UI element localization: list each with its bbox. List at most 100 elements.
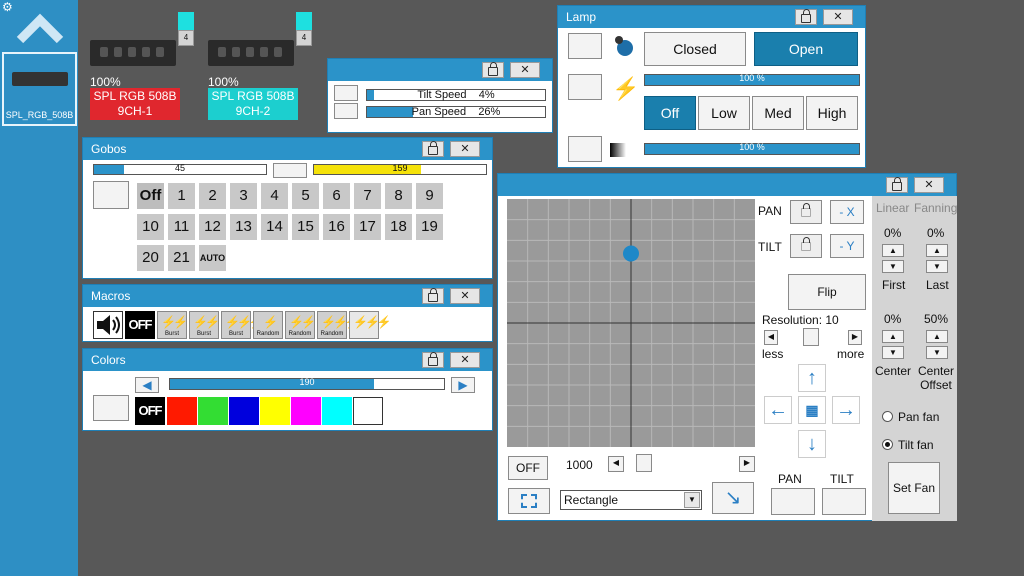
gobo-auto-button[interactable]: AUTO (199, 245, 226, 271)
lock-button[interactable] (795, 9, 817, 25)
shape-direction-button[interactable]: ↘ (712, 482, 754, 514)
color-swatch-5[interactable] (291, 397, 321, 425)
last-down-button[interactable]: ▼ (926, 260, 948, 273)
tilt-shape-button[interactable] (822, 488, 866, 515)
offset-up-button[interactable]: ▲ (926, 330, 948, 343)
move-up-button[interactable]: ↑ (798, 364, 826, 392)
fan-low-button[interactable]: Low (698, 96, 750, 130)
lamp-shutter-button[interactable] (568, 33, 602, 59)
gobo-off-button[interactable]: Off (137, 183, 164, 209)
gobo-button-6[interactable]: 6 (323, 183, 350, 209)
gobo-wheel-1-slider[interactable]: 45 (93, 163, 267, 175)
shape-dropdown[interactable]: Rectangle ▼ (560, 490, 702, 510)
close-button[interactable]: ✕ (450, 352, 480, 368)
move-right-button[interactable]: → (832, 396, 860, 424)
close-button[interactable]: ✕ (450, 288, 480, 304)
close-button[interactable]: ✕ (914, 177, 944, 193)
lock-button[interactable] (422, 288, 444, 304)
resolution-slider-thumb[interactable] (803, 328, 819, 346)
gobo-button-18[interactable]: 18 (385, 214, 412, 240)
shape-off-button[interactable]: OFF (508, 456, 548, 480)
center-button[interactable]: ▦ (798, 396, 826, 424)
invert-y-button[interactable]: - Y (830, 234, 864, 258)
pan-shape-button[interactable] (771, 488, 815, 515)
closed-button[interactable]: Closed (644, 32, 746, 66)
first-down-button[interactable]: ▼ (882, 260, 904, 273)
color-next-button[interactable]: ▶ (451, 377, 475, 393)
macro-button-5[interactable]: ⚡⚡ Random (285, 311, 316, 339)
dimmer-intensity-bar[interactable]: 100 % (644, 142, 860, 155)
close-button[interactable]: ✕ (510, 62, 540, 78)
gobo-button-11[interactable]: 11 (168, 214, 195, 240)
move-down-button[interactable]: ↓ (798, 430, 826, 458)
pan-tilt-grid[interactable] (507, 199, 755, 447)
position-dot[interactable] (623, 245, 639, 262)
macro-button-7[interactable]: ⚡⚡⚡ (349, 311, 392, 339)
gobo-button-14[interactable]: 14 (261, 214, 288, 240)
gobo-button-12[interactable]: 12 (199, 214, 226, 240)
color-swatch-7[interactable] (353, 397, 383, 425)
gobo-button-16[interactable]: 16 (323, 214, 350, 240)
pan-speed-button[interactable] (334, 103, 358, 119)
color-swatch-2[interactable] (198, 397, 228, 425)
tilt-speed-slider[interactable]: Tilt Speed 4% (366, 89, 546, 101)
sound-macro-button[interactable] (93, 311, 123, 339)
fixture-tile-2[interactable]: 4 100% SPL RGB 508B 9CH-2 (204, 0, 314, 120)
fixture-thumbnail[interactable]: SPL_RGB_508B (2, 52, 77, 126)
gobo-button-1[interactable]: 1 (168, 183, 195, 209)
fan-off-button[interactable]: Off (644, 96, 696, 130)
gobo-button-13[interactable]: 13 (230, 214, 257, 240)
center-up-button[interactable]: ▲ (882, 330, 904, 343)
lock-button[interactable] (422, 352, 444, 368)
shape-speed-increase-button[interactable]: ▶ (739, 456, 755, 472)
tilt-lock-button[interactable] (790, 234, 822, 258)
move-left-button[interactable]: ← (764, 396, 792, 424)
gobo-button-3[interactable]: 3 (230, 183, 257, 209)
tilt-speed-button[interactable] (334, 85, 358, 101)
color-wheel-slider[interactable]: 190 (169, 377, 445, 390)
gobo-button-21[interactable]: 21 (168, 245, 195, 271)
color-select-button[interactable] (93, 395, 129, 421)
macro-button-6[interactable]: ⚡⚡⚡ Random (317, 311, 360, 339)
fan-med-button[interactable]: Med (752, 96, 804, 130)
flip-button[interactable]: Flip (788, 274, 866, 310)
center-down-button[interactable]: ▼ (882, 346, 904, 359)
gobo-button-9[interactable]: 9 (416, 183, 443, 209)
resolution-increase-button[interactable]: ▶ (848, 330, 862, 345)
gobo-button-20[interactable]: 20 (137, 245, 164, 271)
color-swatch-6[interactable] (322, 397, 352, 425)
gobo-select-button[interactable] (93, 181, 129, 209)
macro-off-button[interactable]: OFF (125, 311, 155, 339)
color-off-button[interactable]: OFF (135, 397, 165, 425)
chevron-up-icon[interactable] (16, 10, 64, 46)
lock-button[interactable] (422, 141, 444, 157)
shape-speed-decrease-button[interactable]: ◀ (608, 456, 624, 472)
gobo-button-15[interactable]: 15 (292, 214, 319, 240)
invert-x-button[interactable]: - X (830, 200, 864, 224)
macro-button-4[interactable]: ⚡ Random (253, 311, 283, 339)
fan-high-button[interactable]: High (806, 96, 858, 130)
shape-select-button[interactable] (508, 488, 550, 514)
gobo-wheel-2-slider[interactable]: 159 (313, 163, 487, 175)
pan-fan-radio[interactable] (882, 411, 893, 422)
gobo-wheel-button[interactable] (273, 163, 307, 178)
gear-icon[interactable]: ⚙ (2, 1, 13, 13)
close-button[interactable]: ✕ (823, 9, 853, 25)
fixture-tile-1[interactable]: 4 100% SPL RGB 508B 9CH-1 (86, 0, 196, 120)
gobo-button-19[interactable]: 19 (416, 214, 443, 240)
macro-button-3[interactable]: ⚡⚡⚡ Burst (221, 311, 264, 339)
close-button[interactable]: ✕ (450, 141, 480, 157)
color-swatch-3[interactable] (229, 397, 259, 425)
shape-speed-thumb[interactable] (636, 454, 652, 472)
gobo-button-8[interactable]: 8 (385, 183, 412, 209)
pan-speed-slider[interactable]: Pan Speed 26% (366, 106, 546, 118)
lamp-dimmer-button[interactable] (568, 136, 602, 162)
strobe-intensity-bar[interactable]: 100 % (644, 73, 860, 86)
gobo-button-2[interactable]: 2 (199, 183, 226, 209)
pan-lock-button[interactable] (790, 200, 822, 224)
macro-button-2[interactable]: ⚡⚡ Burst (189, 311, 220, 339)
color-swatch-1[interactable] (167, 397, 197, 425)
color-swatch-4[interactable] (260, 397, 290, 425)
open-button[interactable]: Open (754, 32, 858, 66)
gobo-button-4[interactable]: 4 (261, 183, 288, 209)
